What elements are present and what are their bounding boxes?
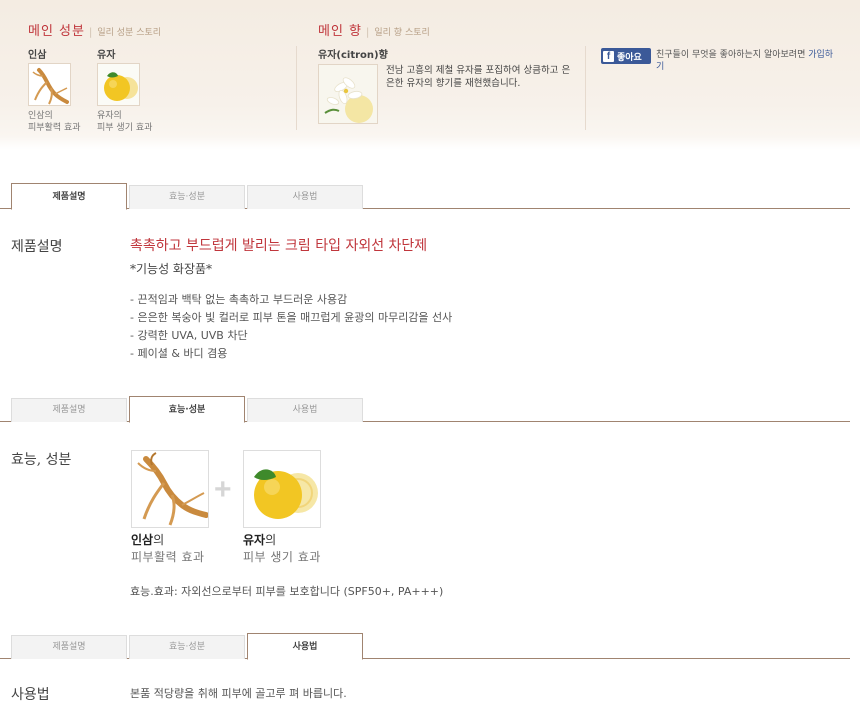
ingredient-story-banner: 메인 성분 | 일리 성분 스토리 인삼 유자 인삼의 피부활력 효과 유자의 피부… <box>0 0 860 150</box>
tab-efficacy[interactable]: 효능·성분 <box>129 635 245 659</box>
citron-caption: 유자의 피부 생기 효과 <box>97 111 153 133</box>
divider <box>585 46 586 130</box>
ingredient-name-ginseng: 인삼 <box>28 50 47 61</box>
tab-usage[interactable]: 사용법 <box>247 398 363 422</box>
scent-description: 전남 고흥의 제철 유자를 포집하여 상큼하고 은은한 유자의 향기를 재현했습… <box>386 65 571 89</box>
scent-name: 유자(citron)향 <box>318 50 388 61</box>
main-scent-title: 메인 향 <box>318 24 363 39</box>
product-tabs: 제품설명 효능·성분 사용법 <box>0 633 860 660</box>
product-tabs: 제품설명 효능·성분 사용법 <box>0 183 860 210</box>
tab-efficacy[interactable]: 효능·성분 <box>129 185 245 209</box>
citron-icon[interactable] <box>97 63 140 106</box>
product-headline: 촉촉하고 부드럽게 발리는 크림 타입 자외선 차단제 <box>130 238 428 254</box>
tab-description[interactable]: 제품설명 <box>11 398 127 422</box>
ginseng-desc: 피부활력 효과 <box>131 550 205 564</box>
tab-description[interactable]: 제품설명 <box>11 183 127 210</box>
like-label: 좋아요 <box>617 52 642 63</box>
main-ingredient-title: 메인 성분 <box>28 24 85 39</box>
plus-icon: + <box>214 473 232 506</box>
list-item: - 끈적임과 백탁 없는 촉촉하고 부드러운 사용감 <box>130 293 348 306</box>
product-subhead: *기능성 화장품* <box>130 262 213 276</box>
divider <box>296 46 297 130</box>
efficacy-title: 효능, 성분 <box>11 452 72 468</box>
main-ingredient-heading: 메인 성분 | 일리 성분 스토리 <box>28 24 162 39</box>
tab-usage[interactable]: 사용법 <box>247 633 363 660</box>
main-scent-subtitle[interactable]: 일리 향 스토리 <box>374 28 429 38</box>
ginseng-icon[interactable] <box>28 63 71 106</box>
ginseng-icon <box>131 450 209 528</box>
facebook-like-button[interactable]: f 좋아요 <box>601 48 651 64</box>
citron-label: 유자의 <box>243 533 277 547</box>
usage-title: 사용법 <box>11 687 50 703</box>
facebook-social-text: 친구들이 무엇을 좋아하는지 알아보려면 가입하기 <box>656 50 834 72</box>
ginseng-caption: 인삼의 피부활력 효과 <box>28 111 81 133</box>
tab-usage[interactable]: 사용법 <box>247 185 363 209</box>
feature-list: - 끈적임과 백탁 없는 촉촉하고 부드러운 사용감 - 은은한 복숭아 빛 컬… <box>130 291 452 363</box>
list-item: - 강력한 UVA, UVB 차단 <box>130 329 248 342</box>
efficacy-statement: 효능.효과: 자외선으로부터 피부를 보호합니다 (SPF50+, PA+++) <box>130 585 444 598</box>
description-title: 제품설명 <box>11 239 63 255</box>
citron-desc: 피부 생기 효과 <box>243 550 321 564</box>
ingredient-name-citron: 유자 <box>97 50 116 61</box>
facebook-icon: f <box>603 50 614 62</box>
main-scent-heading: 메인 향 | 일리 향 스토리 <box>318 24 430 39</box>
tab-efficacy[interactable]: 효능·성분 <box>129 396 245 423</box>
usage-text: 본품 적당량을 취해 피부에 골고루 펴 바릅니다. <box>130 687 347 700</box>
citron-flower-icon[interactable] <box>318 64 378 124</box>
list-item: - 은은한 복숭아 빛 컬러로 피부 톤을 매끄럽게 윤광의 마무리감을 선사 <box>130 311 453 324</box>
tab-description[interactable]: 제품설명 <box>11 635 127 659</box>
list-item: - 페이셜 & 바디 겸용 <box>130 347 228 360</box>
ginseng-label: 인삼의 <box>131 533 165 547</box>
product-tabs: 제품설명 효능·성분 사용법 <box>0 396 860 423</box>
citron-icon <box>243 450 321 528</box>
main-ingredient-subtitle[interactable]: 일리 성분 스토리 <box>97 28 161 38</box>
